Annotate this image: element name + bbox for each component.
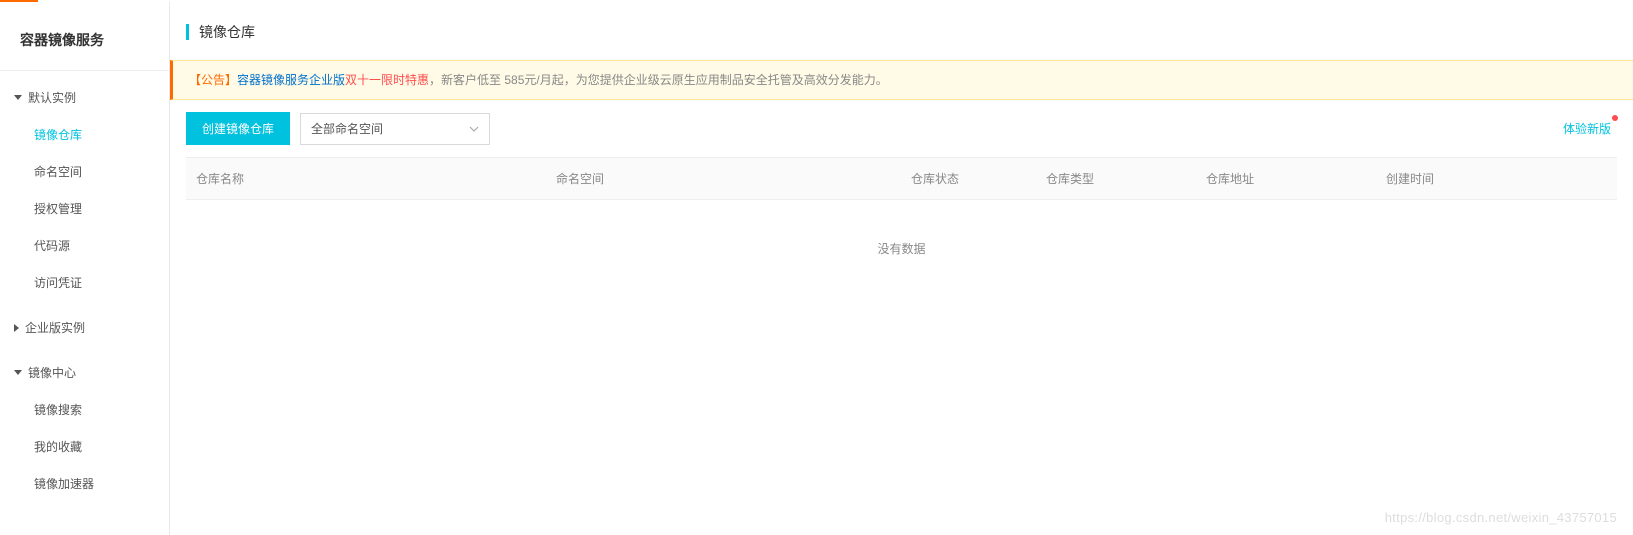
nav-header-label: 镜像中心	[28, 364, 76, 381]
sidebar-item-access-token[interactable]: 访问凭证	[0, 264, 169, 301]
caret-right-icon	[14, 324, 19, 332]
chevron-down-icon	[469, 126, 479, 132]
notice-rest-text: ，新客户低至 585元/月起，为您提供企业级云原生应用制品安全托管及高效分发能力…	[429, 73, 888, 87]
sidebar-item-authorization[interactable]: 授权管理	[0, 190, 169, 227]
namespace-select[interactable]: 全部命名空间	[300, 113, 490, 145]
namespace-select-value: 全部命名空间	[311, 120, 383, 137]
sidebar-title: 容器镜像服务	[0, 22, 169, 71]
create-repo-button[interactable]: 创建镜像仓库	[186, 112, 290, 145]
col-create-time: 创建时间	[1376, 158, 1617, 199]
sidebar-item-namespace[interactable]: 命名空间	[0, 153, 169, 190]
page-title: 镜像仓库	[199, 22, 255, 42]
title-accent-bar	[186, 24, 189, 40]
sidebar-item-label: 镜像加速器	[34, 477, 94, 491]
col-repo-status: 仓库状态	[901, 158, 1036, 199]
sidebar-item-label: 镜像搜索	[34, 403, 82, 417]
nav-header-label: 默认实例	[28, 89, 76, 106]
notice-tag: 【公告】	[189, 73, 237, 87]
col-repo-type: 仓库类型	[1036, 158, 1196, 199]
nav-header-enterprise-instance[interactable]: 企业版实例	[0, 309, 169, 346]
sidebar-item-my-favorites[interactable]: 我的收藏	[0, 428, 169, 465]
try-new-version-link[interactable]: 体验新版	[1557, 116, 1617, 141]
page-header: 镜像仓库	[170, 2, 1633, 60]
notice-banner: 【公告】容器镜像服务企业版双十一限时特惠，新客户低至 585元/月起，为您提供企…	[170, 60, 1633, 100]
nav-header-label: 企业版实例	[25, 319, 85, 336]
col-repo-name: 仓库名称	[186, 158, 546, 199]
sidebar-item-label: 镜像仓库	[34, 128, 82, 142]
new-version-label: 体验新版	[1563, 122, 1611, 136]
sidebar-item-label: 代码源	[34, 239, 70, 253]
nav-group-enterprise-instance: 企业版实例	[0, 309, 169, 346]
sidebar-item-label: 访问凭证	[34, 276, 82, 290]
main-content: 镜像仓库 【公告】容器镜像服务企业版双十一限时特惠，新客户低至 585元/月起，…	[170, 2, 1633, 535]
col-repo-addr: 仓库地址	[1196, 158, 1376, 199]
sidebar-item-code-source[interactable]: 代码源	[0, 227, 169, 264]
sidebar-item-label: 我的收藏	[34, 440, 82, 454]
nav-header-image-center[interactable]: 镜像中心	[0, 354, 169, 391]
sidebar-item-image-search[interactable]: 镜像搜索	[0, 391, 169, 428]
watermark-text: https://blog.csdn.net/weixin_43757015	[1385, 510, 1617, 525]
sidebar-item-label: 命名空间	[34, 165, 82, 179]
sidebar-item-image-accelerator[interactable]: 镜像加速器	[0, 465, 169, 502]
table-header-row: 仓库名称 命名空间 仓库状态 仓库类型 仓库地址 创建时间	[186, 158, 1617, 200]
notification-dot-icon	[1612, 115, 1618, 121]
nav-group-default-instance: 默认实例 镜像仓库 命名空间 授权管理 代码源 访问凭证	[0, 79, 169, 301]
nav-group-image-center: 镜像中心 镜像搜索 我的收藏 镜像加速器	[0, 354, 169, 502]
repo-table: 仓库名称 命名空间 仓库状态 仓库类型 仓库地址 创建时间 没有数据	[186, 157, 1617, 297]
sidebar: 容器镜像服务 默认实例 镜像仓库 命名空间 授权管理 代码源 访问凭证	[0, 2, 170, 535]
notice-link-enterprise[interactable]: 容器镜像服务企业版	[237, 73, 345, 87]
col-namespace: 命名空间	[546, 158, 901, 199]
layout: 容器镜像服务 默认实例 镜像仓库 命名空间 授权管理 代码源 访问凭证	[0, 2, 1633, 535]
caret-down-icon	[14, 95, 22, 100]
toolbar: 创建镜像仓库 全部命名空间 体验新版	[170, 112, 1633, 157]
caret-down-icon	[14, 370, 22, 375]
notice-sale-text: 双十一限时特惠	[345, 73, 429, 87]
sidebar-item-image-repo[interactable]: 镜像仓库	[0, 116, 169, 153]
sidebar-item-label: 授权管理	[34, 202, 82, 216]
nav-header-default-instance[interactable]: 默认实例	[0, 79, 169, 116]
table-empty-text: 没有数据	[186, 200, 1617, 297]
